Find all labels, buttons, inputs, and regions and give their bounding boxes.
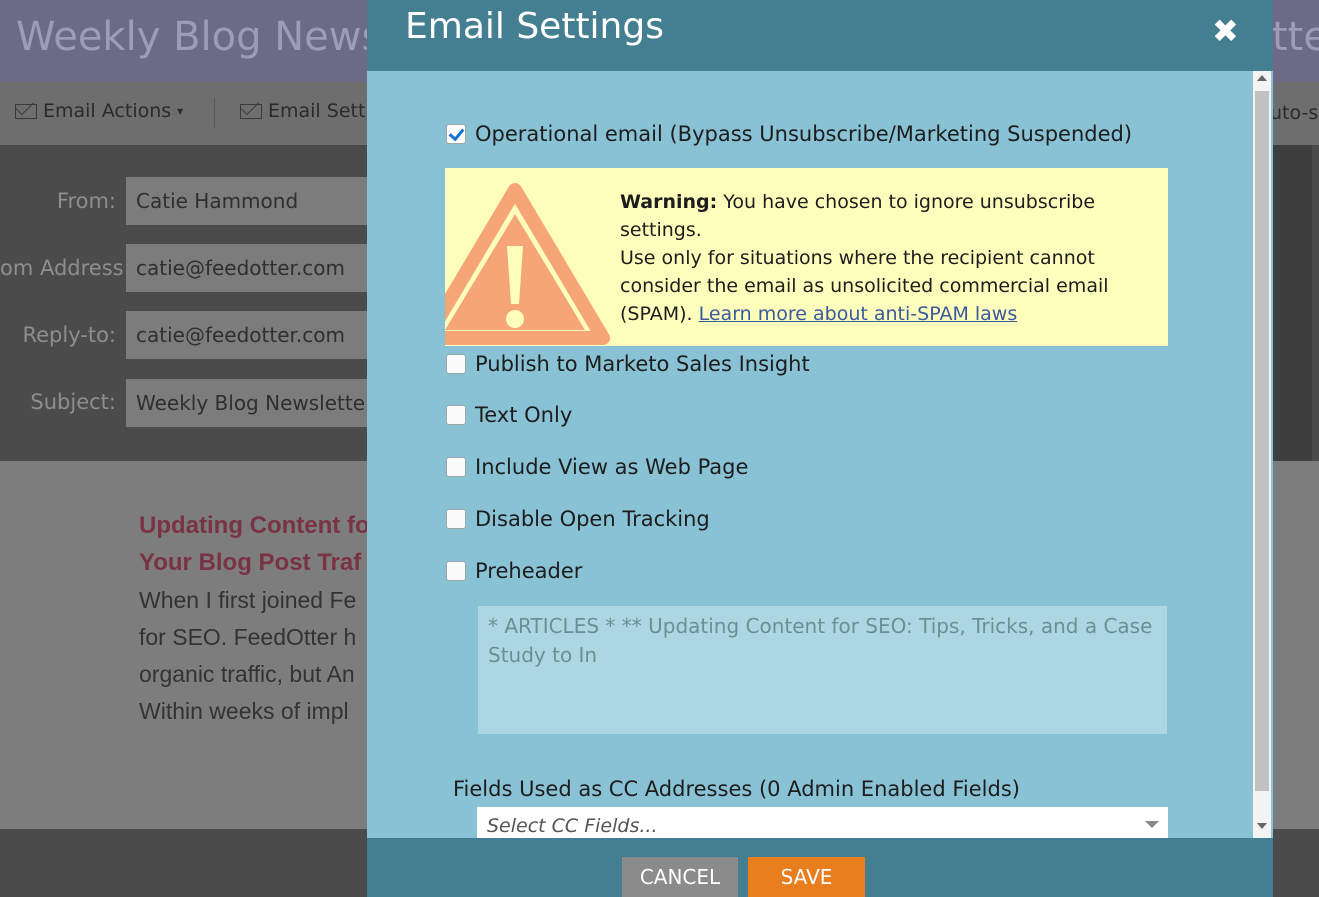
unsubscribe-warning: Warning: You have chosen to ignore unsub… <box>445 168 1168 346</box>
view-as-web-page-label: Include View as Web Page <box>475 455 749 479</box>
publish-sales-insight-checkbox[interactable] <box>446 354 466 374</box>
toolbar-divider <box>214 98 215 128</box>
email-title: Weekly Blog Newsl <box>16 14 394 60</box>
email-title-fragment: tte <box>1272 14 1319 60</box>
subject-label: Subject: <box>30 390 116 414</box>
from-address-label: om Address: <box>0 256 131 280</box>
anti-spam-link[interactable]: Learn more about anti-SPAM laws <box>699 303 1018 325</box>
dialog-title: Email Settings <box>405 6 664 47</box>
email-settings-label: Email Setti <box>268 100 371 122</box>
article-text-line2: for SEO. FeedOtter h <box>139 624 357 650</box>
article-text-line4: Within weeks of impl <box>139 698 349 724</box>
cancel-button[interactable]: CANCEL <box>622 857 738 897</box>
scroll-up-arrow-icon[interactable] <box>1257 75 1267 81</box>
operational-email-label: Operational email (Bypass Unsubscribe/Ma… <box>475 122 1133 146</box>
scroll-thumb[interactable] <box>1255 91 1269 791</box>
text-only-checkbox[interactable] <box>446 405 466 425</box>
close-icon[interactable]: ✖ <box>1212 12 1239 50</box>
cc-fields-select[interactable]: Select CC Fields... <box>477 807 1168 838</box>
operational-email-checkbox[interactable] <box>446 124 466 144</box>
publish-sales-insight-option[interactable]: Publish to Marketo Sales Insight <box>446 352 810 376</box>
scroll-down-arrow-icon[interactable] <box>1257 823 1267 829</box>
article-text-line1: When I first joined Fe <box>139 587 357 613</box>
email-settings-button[interactable]: Email Setti <box>240 100 371 122</box>
preheader-checkbox[interactable] <box>446 561 466 581</box>
operational-email-option[interactable]: Operational email (Bypass Unsubscribe/Ma… <box>446 122 1132 146</box>
dialog-scrollbar[interactable] <box>1253 71 1271 838</box>
preheader-textarea[interactable]: * ARTICLES * ** Updating Content for SEO… <box>478 606 1167 734</box>
from-address-input[interactable]: catie@feedotter.com <box>126 244 386 292</box>
from-input[interactable]: Catie Hammond <box>126 177 386 225</box>
envelope-gear-icon <box>240 103 262 119</box>
text-only-option[interactable]: Text Only <box>446 403 572 427</box>
text-only-label: Text Only <box>475 403 573 427</box>
article-heading-line2: Your Blog Post Traf <box>139 549 362 576</box>
disable-open-tracking-label: Disable Open Tracking <box>475 507 710 531</box>
preheader-label: Preheader <box>475 559 583 583</box>
save-button[interactable]: SAVE <box>748 857 865 897</box>
from-label: From: <box>56 189 116 213</box>
right-side-panel <box>1272 145 1312 510</box>
caret-down-icon: ▾ <box>177 104 184 118</box>
envelope-icon <box>15 103 37 119</box>
article-text-line3: organic traffic, but An <box>139 661 355 687</box>
disable-open-tracking-option[interactable]: Disable Open Tracking <box>446 507 710 531</box>
cc-fields-placeholder: Select CC Fields... <box>487 815 658 837</box>
view-as-web-page-option[interactable]: Include View as Web Page <box>446 455 748 479</box>
subject-input[interactable]: Weekly Blog Newslette <box>126 379 386 427</box>
email-settings-dialog: Email Settings ✖ Operational email (Bypa… <box>367 0 1273 897</box>
reply-to-label: Reply-to: <box>22 323 116 347</box>
warning-label: Warning: <box>620 191 718 213</box>
toolbar-right-fragment: uto-s <box>1270 102 1319 124</box>
warning-message: Warning: You have chosen to ignore unsub… <box>620 188 1150 328</box>
cc-fields-label: Fields Used as CC Addresses (0 Admin Ena… <box>453 777 1020 801</box>
warning-triangle-icon <box>445 183 610 345</box>
email-actions-label: Email Actions <box>43 100 172 122</box>
disable-open-tracking-checkbox[interactable] <box>446 509 466 529</box>
article-heading-line1: Updating Content fo <box>139 512 370 539</box>
publish-sales-insight-label: Publish to Marketo Sales Insight <box>475 352 810 376</box>
email-actions-button[interactable]: Email Actions ▾ <box>15 100 183 122</box>
view-as-web-page-checkbox[interactable] <box>446 457 466 477</box>
preheader-option[interactable]: Preheader <box>446 559 582 583</box>
reply-to-input[interactable]: catie@feedotter.com <box>126 311 386 359</box>
chevron-down-icon <box>1145 821 1159 828</box>
